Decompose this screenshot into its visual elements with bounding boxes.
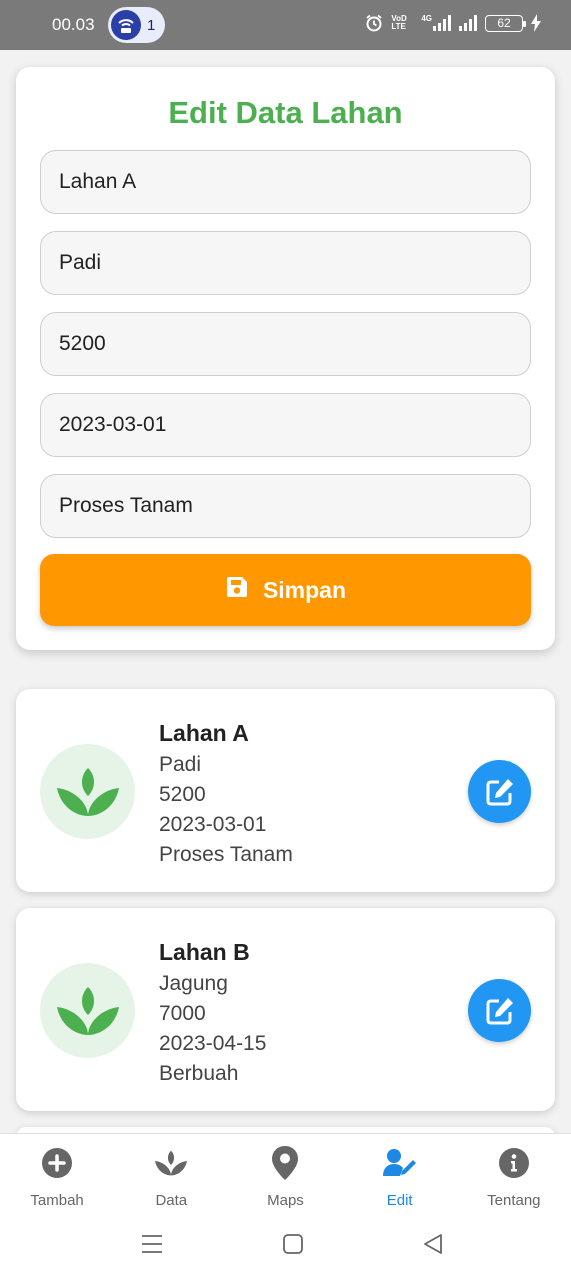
info-circle-icon [498, 1146, 530, 1180]
nav-item-data[interactable]: Data [114, 1134, 228, 1219]
nav-label-edit: Edit [386, 1192, 413, 1209]
system-nav-bar [0, 1219, 571, 1280]
nav-label-data: Data [155, 1192, 188, 1209]
area-input[interactable] [40, 312, 531, 376]
list-item-status: Berbuah [159, 1062, 239, 1085]
status-time: 00.03 [52, 15, 95, 34]
nav-item-edit[interactable]: Edit [343, 1134, 457, 1219]
plus-circle-icon [41, 1146, 73, 1180]
list-item-area: 7000 [159, 1002, 206, 1025]
list-item-details: Lahan A Padi 5200 2023-03-01 Proses Tana… [159, 716, 293, 870]
status-bar: 00.03 1 VoD LTE 4G 62 [0, 0, 571, 50]
charging-icon [531, 14, 541, 32]
list-item-crop: Padi [159, 753, 202, 776]
list-item-details: Lahan B Jagung 7000 2023-04-15 Berbuah [159, 935, 266, 1089]
user-edit-icon [382, 1146, 417, 1180]
form-title: Edit Data Lahan [168, 95, 403, 130]
list-item-crop: Jagung [159, 972, 228, 995]
nav-item-tambah[interactable]: Tambah [0, 1134, 114, 1219]
signal-icon-2 [459, 15, 477, 31]
volte-label: VoD LTE [391, 14, 407, 31]
date-input[interactable] [40, 393, 531, 457]
battery-indicator: 62 [485, 14, 526, 32]
edit-icon [486, 778, 513, 805]
name-input[interactable] [40, 150, 531, 214]
save-button[interactable]: Simpan [40, 554, 531, 626]
list-item: Lahan B Jagung 7000 2023-04-15 Berbuah [16, 908, 555, 1111]
nav-item-maps[interactable]: Maps [228, 1134, 342, 1219]
list-item-name: Lahan B [159, 939, 250, 965]
signal-icon-1: 4G [421, 15, 451, 31]
map-pin-icon [272, 1146, 299, 1180]
hotspot-indicator: 1 [108, 7, 165, 43]
save-icon [225, 575, 249, 605]
seedling-icon [154, 1146, 188, 1180]
list-item-status: Proses Tanam [159, 843, 293, 866]
hotspot-icon [111, 10, 141, 40]
back-icon[interactable] [422, 1233, 444, 1260]
nav-label-maps: Maps [267, 1192, 304, 1209]
seedling-icon [40, 744, 135, 839]
nav-item-tentang[interactable]: Tentang [457, 1134, 571, 1219]
alarm-icon [365, 14, 383, 32]
status-input[interactable] [40, 474, 531, 538]
list-item-date: 2023-04-15 [159, 1032, 267, 1055]
edit-button[interactable] [468, 760, 531, 823]
list-item: Lahan A Padi 5200 2023-03-01 Proses Tana… [16, 689, 555, 892]
crop-input[interactable] [40, 231, 531, 295]
menu-icon[interactable] [141, 1233, 163, 1260]
seedling-icon [40, 963, 135, 1058]
home-icon[interactable] [282, 1233, 304, 1260]
edit-button[interactable] [468, 979, 531, 1042]
network-4g-label: 4G [421, 14, 432, 23]
hotspot-count: 1 [147, 16, 156, 34]
list-item-date: 2023-03-01 [159, 813, 267, 836]
edit-form-card: Edit Data Lahan Simpan [16, 67, 555, 650]
nav-label-tambah: Tambah [30, 1192, 84, 1209]
list-item-name: Lahan A [159, 720, 249, 746]
edit-icon [486, 997, 513, 1024]
nav-label-tentang: Tentang [487, 1192, 541, 1209]
bottom-nav: Tambah Data Maps Edit Tentang [0, 1133, 571, 1219]
list-item-area: 5200 [159, 783, 206, 806]
status-icons: VoD LTE 4G 62 [365, 14, 541, 32]
save-label: Simpan [262, 576, 347, 603]
